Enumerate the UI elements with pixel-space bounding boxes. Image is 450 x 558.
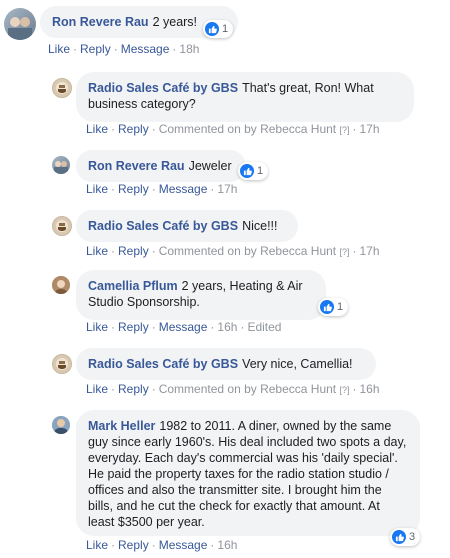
message-link[interactable]: Message xyxy=(121,42,170,56)
reply-link[interactable]: Reply xyxy=(118,382,149,396)
comment-actions: Like · Reply · Message · 16h · Edited xyxy=(86,320,282,334)
reply-link[interactable]: Reply xyxy=(118,320,149,334)
reaction-count[interactable]: 1 xyxy=(318,298,349,316)
comment-author[interactable]: Camellia Pflum xyxy=(88,279,178,293)
comment-text: Nice!!! xyxy=(242,219,278,233)
timestamp[interactable]: 16h xyxy=(217,320,237,334)
comment-text: 2 years! xyxy=(152,15,198,29)
timestamp[interactable]: 18h xyxy=(179,42,199,56)
comment-text: 1982 to 2011. A diner, owned by the same… xyxy=(88,419,407,529)
thumbs-up-icon xyxy=(320,300,334,314)
timestamp[interactable]: 17h xyxy=(360,122,380,136)
message-link[interactable]: Message xyxy=(159,182,208,196)
comment-actions: Like · Reply · Commented on by Rebecca Hunt … xyxy=(86,244,380,258)
like-link[interactable]: Like xyxy=(86,382,108,396)
reply-comment: Radio Sales Café by GBS Nice!!! Like · Repl… xyxy=(0,206,450,262)
comment-author[interactable]: Mark Heller xyxy=(88,419,155,433)
comment-actions: Like · Reply · Message · 18h xyxy=(48,42,200,56)
avatar[interactable] xyxy=(52,354,72,374)
comment: Ron Revere Rau 2 years! 1 Like · Reply · Mess… xyxy=(0,0,450,60)
reply-comment: Camellia Pflum 2 years, Heating & Air Stu… xyxy=(0,266,450,338)
comment-author[interactable]: Radio Sales Café by GBS xyxy=(88,219,238,233)
comment-author[interactable]: Ron Revere Rau xyxy=(88,159,185,173)
thumbs-up-icon xyxy=(240,164,254,178)
like-link[interactable]: Like xyxy=(86,244,108,258)
timestamp[interactable]: 17h xyxy=(360,244,380,258)
comment-bubble: Ron Revere Rau Jeweler xyxy=(76,150,246,182)
reaction-count[interactable]: 3 xyxy=(390,528,421,546)
like-link[interactable]: Like xyxy=(86,182,108,196)
reply-link[interactable]: Reply xyxy=(118,182,149,196)
reply-link[interactable]: Reply xyxy=(118,122,149,136)
like-link[interactable]: Like xyxy=(48,42,70,56)
reply-comment: Ron Revere Rau Jeweler 1 Like · Reply · Messa… xyxy=(0,146,450,198)
timestamp[interactable]: 16h xyxy=(360,382,380,396)
reply-comment: Radio Sales Café by GBS Very nice, Camell… xyxy=(0,344,450,400)
comment-author[interactable]: Radio Sales Café by GBS xyxy=(88,357,238,371)
like-link[interactable]: Like xyxy=(86,538,108,552)
reply-link[interactable]: Reply xyxy=(118,244,149,258)
comment-actions: Like · Reply · Message · 17h xyxy=(86,182,238,196)
help-hint[interactable]: [?] xyxy=(339,247,349,257)
avatar[interactable] xyxy=(52,216,72,236)
edited-label[interactable]: Edited xyxy=(247,320,281,334)
avatar[interactable] xyxy=(52,78,72,98)
comment-bubble: Radio Sales Café by GBS That's great, Ron… xyxy=(76,72,414,122)
comment-text: Jeweler xyxy=(188,159,232,173)
timestamp[interactable]: 17h xyxy=(217,182,237,196)
avatar[interactable] xyxy=(52,416,70,434)
thumbs-up-icon xyxy=(392,530,406,544)
comment-bubble: Camellia Pflum 2 years, Heating & Air Stu… xyxy=(76,270,326,320)
reply-comment: Radio Sales Café by GBS That's great, Ron… xyxy=(0,62,450,142)
commented-on-label: Commented on by Rebecca Hunt xyxy=(158,122,337,136)
message-link[interactable]: Message xyxy=(159,538,208,552)
help-hint[interactable]: [?] xyxy=(339,385,349,395)
message-link[interactable]: Message xyxy=(159,320,208,334)
comment-bubble: Radio Sales Café by GBS Very nice, Camell… xyxy=(76,348,376,380)
timestamp[interactable]: 16h xyxy=(217,538,237,552)
help-hint[interactable]: [?] xyxy=(339,125,349,135)
reply-link[interactable]: Reply xyxy=(80,42,111,56)
reaction-count[interactable]: 1 xyxy=(203,20,234,38)
comment-actions: Like · Reply · Commented on by Rebecca Hunt … xyxy=(86,122,380,136)
comment-actions: Like · Reply · Commented on by Rebecca Hunt … xyxy=(86,382,380,396)
comment-bubble: Mark Heller 1982 to 2011. A diner, owned … xyxy=(76,410,420,536)
avatar[interactable] xyxy=(52,156,70,174)
reply-link[interactable]: Reply xyxy=(118,538,149,552)
avatar[interactable] xyxy=(52,276,70,294)
comment-actions: Like · Reply · Message · 16h xyxy=(86,538,238,552)
comment-author[interactable]: Radio Sales Café by GBS xyxy=(88,81,238,95)
reaction-count[interactable]: 1 xyxy=(238,162,269,180)
like-link[interactable]: Like xyxy=(86,122,108,136)
commented-on-label: Commented on by Rebecca Hunt xyxy=(158,382,337,396)
comment-bubble: Radio Sales Café by GBS Nice!!! xyxy=(76,210,298,242)
comment-author[interactable]: Ron Revere Rau xyxy=(52,15,149,29)
avatar[interactable] xyxy=(4,8,36,40)
reply-comment: Mark Heller 1982 to 2011. A diner, owned … xyxy=(0,404,450,558)
commented-on-label: Commented on by Rebecca Hunt xyxy=(158,244,337,258)
like-link[interactable]: Like xyxy=(86,320,108,334)
thumbs-up-icon xyxy=(205,22,219,36)
comment-text: Very nice, Camellia! xyxy=(242,357,353,371)
